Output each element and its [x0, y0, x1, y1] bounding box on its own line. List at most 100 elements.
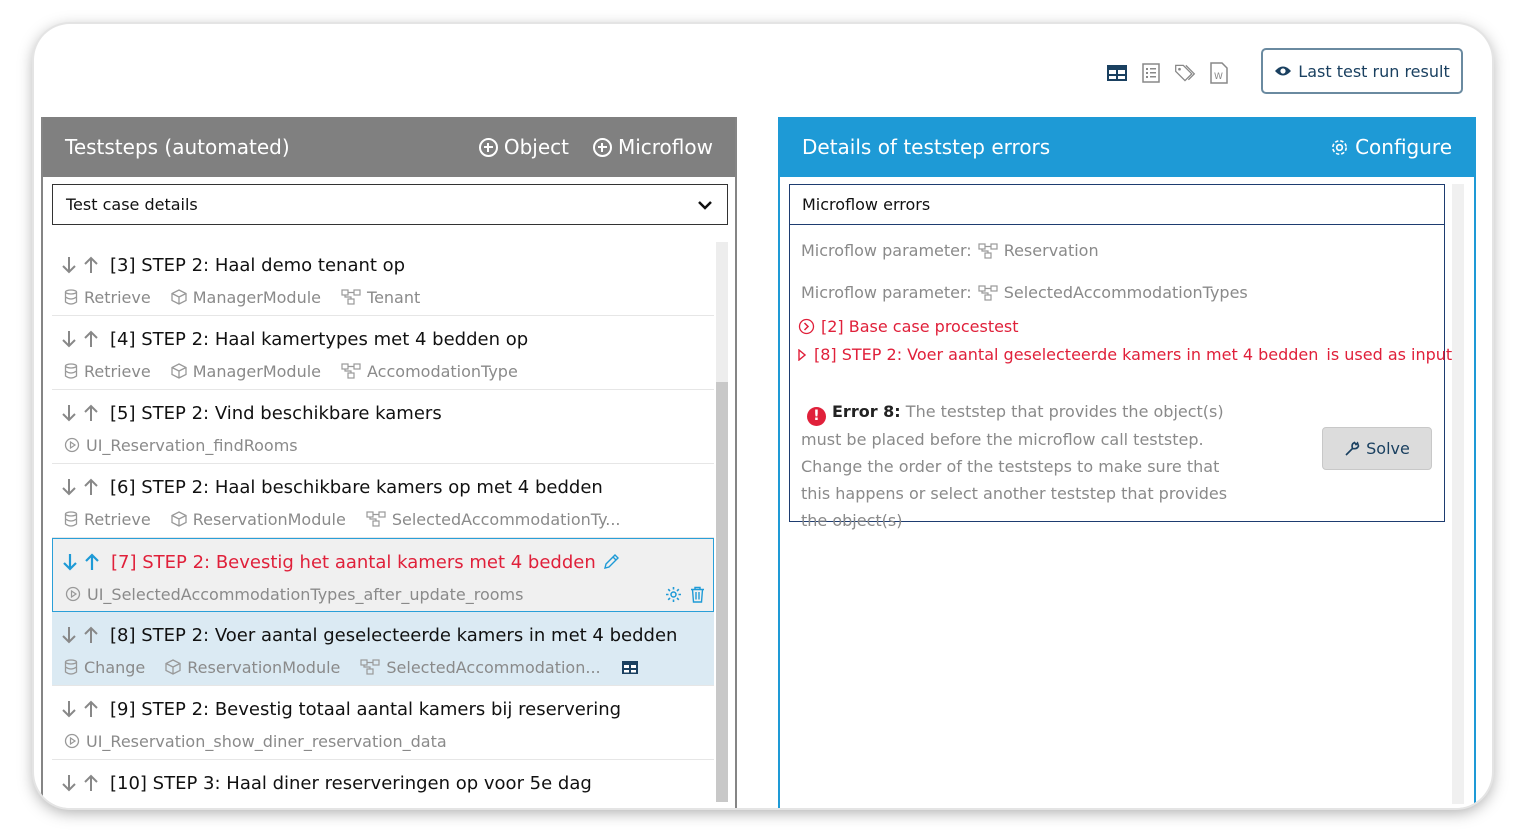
microflow-errors-title: Microflow errors	[790, 185, 1444, 225]
entity-icon	[360, 659, 380, 675]
error-reference-label: [8] STEP 2: Voer aantal geselecteerde ka…	[814, 345, 1319, 364]
caret-right-icon	[798, 348, 806, 361]
microflow-parameter: Microflow parameter: Reservation	[801, 241, 1099, 260]
cube-icon	[171, 363, 187, 379]
teststep-action: Change	[84, 657, 146, 677]
svg-text:W: W	[1214, 72, 1223, 82]
pencil-icon[interactable]	[602, 553, 620, 571]
gear-icon	[1332, 139, 1348, 155]
play-circle-icon	[64, 437, 80, 453]
teststep-list: [3] STEP 2: Haal demo tenant op Retrieve…	[52, 242, 714, 808]
configure-button[interactable]: Configure	[1330, 135, 1452, 159]
test-case-select[interactable]: Test case details	[52, 184, 728, 225]
arrow-down-icon[interactable]	[61, 552, 79, 572]
arrow-up-icon[interactable]	[82, 329, 100, 349]
arrow-down-icon[interactable]	[60, 477, 78, 497]
arrow-up-icon[interactable]	[82, 255, 100, 275]
arrow-up-icon[interactable]	[82, 773, 100, 793]
teststep-title: [4] STEP 2: Haal kamertypes met 4 bedden…	[110, 328, 529, 350]
database-icon	[64, 363, 78, 379]
add-object-button[interactable]: Object	[478, 135, 569, 159]
teststeps-header: Teststeps (automated) Object Microflow	[43, 117, 735, 177]
configure-label: Configure	[1355, 135, 1452, 159]
tags-icon[interactable]	[1174, 62, 1196, 84]
error-reference-suffix: is used as input	[1326, 345, 1453, 364]
teststep-item[interactable]: [6] STEP 2: Haal beschikbare kamers op m…	[52, 464, 714, 538]
teststeps-panel: Teststeps (automated) Object Microflow T…	[41, 117, 737, 808]
error-icon: !	[807, 407, 826, 426]
arrow-up-icon[interactable]	[82, 403, 100, 423]
teststep-item-selected[interactable]: [7] STEP 2: Bevestig het aantal kamers m…	[52, 538, 714, 612]
param-label: Microflow parameter:	[801, 283, 972, 302]
teststep-module: ReservationModule	[187, 657, 341, 677]
arrow-up-icon[interactable]	[83, 552, 101, 572]
cube-icon	[171, 511, 187, 527]
param-label: Microflow parameter:	[801, 241, 972, 260]
teststep-microflow: UI_SelectedAccommodationTypes_after_upda…	[87, 584, 524, 604]
play-circle-icon	[65, 586, 81, 602]
errors-title: Details of teststep errors	[802, 135, 1051, 159]
solve-button[interactable]: Solve	[1322, 427, 1432, 470]
error-reference-step[interactable]: [8] STEP 2: Voer aantal geselecteerde ka…	[798, 345, 1452, 364]
param-value: SelectedAccommodationTypes	[1003, 283, 1248, 302]
add-object-label: Object	[503, 135, 569, 159]
scrollbar-thumb[interactable]	[716, 382, 728, 802]
teststep-item[interactable]: [9] STEP 2: Bevestig totaal aantal kamer…	[52, 686, 714, 760]
add-microflow-button[interactable]: Microflow	[592, 135, 713, 159]
arrow-down-icon[interactable]	[60, 699, 78, 719]
error-reference-base-case[interactable]: [2] Base case procestest	[798, 317, 1019, 336]
plus-circle-icon	[478, 137, 498, 157]
arrow-down-icon[interactable]	[60, 329, 78, 349]
microflow-parameter: Microflow parameter: SelectedAccommodati…	[801, 283, 1248, 302]
entity-icon	[978, 284, 998, 301]
teststep-title: [6] STEP 2: Haal beschikbare kamers op m…	[110, 476, 603, 498]
teststep-module: ManagerModule	[192, 361, 322, 381]
arrow-up-icon[interactable]	[82, 477, 100, 497]
teststep-title: [8] STEP 2: Voer aantal geselecteerde ka…	[110, 624, 678, 646]
arrow-up-icon[interactable]	[82, 625, 100, 645]
entity-icon	[978, 242, 998, 259]
database-icon	[64, 659, 78, 675]
chevron-down-icon	[696, 196, 714, 214]
teststep-item[interactable]: [5] STEP 2: Vind beschikbare kamers UI_R…	[52, 390, 714, 464]
solve-label: Solve	[1366, 439, 1410, 458]
last-test-run-button[interactable]: Last test run result	[1261, 48, 1463, 94]
wrench-icon	[1345, 441, 1360, 456]
teststep-title: [10] STEP 3: Haal diner reserveringen op…	[110, 772, 592, 794]
error-description: The teststep that provides the object(s)…	[801, 402, 1228, 530]
arrow-down-icon[interactable]	[60, 625, 78, 645]
teststep-scrollbar[interactable]	[716, 242, 728, 802]
arrow-down-icon[interactable]	[60, 403, 78, 423]
teststep-entity: SelectedAccommodation...	[386, 657, 601, 677]
teststep-item[interactable]: [3] STEP 2: Haal demo tenant op Retrieve…	[52, 242, 714, 316]
errors-header: Details of teststep errors Configure	[780, 117, 1474, 177]
entity-icon	[341, 363, 361, 379]
teststep-action: Retrieve	[84, 361, 151, 381]
teststep-title: [3] STEP 2: Haal demo tenant op	[110, 254, 406, 276]
add-microflow-label: Microflow	[617, 135, 713, 159]
arrow-down-icon[interactable]	[60, 773, 78, 793]
teststep-module: ManagerModule	[192, 287, 322, 307]
list-icon[interactable]	[1140, 62, 1162, 84]
table-icon[interactable]	[1106, 62, 1128, 84]
trash-icon[interactable]	[690, 586, 705, 603]
database-icon	[64, 511, 78, 527]
gear-icon[interactable]	[665, 586, 682, 603]
arrow-down-icon[interactable]	[60, 255, 78, 275]
arrow-up-icon[interactable]	[82, 699, 100, 719]
word-doc-icon[interactable]: W	[1208, 62, 1230, 84]
view-toolbar: W	[1106, 62, 1230, 84]
teststep-microflow: UI_Reservation_show_diner_reservation_da…	[86, 731, 447, 751]
teststep-item[interactable]: [4] STEP 2: Haal kamertypes met 4 bedden…	[52, 316, 714, 390]
teststep-entity: SelectedAccommodationTy...	[391, 509, 621, 529]
table-icon[interactable]	[621, 660, 639, 675]
errors-scrollbar[interactable]	[1452, 184, 1464, 804]
teststep-errors-panel: Details of teststep errors Configure Mic…	[778, 117, 1476, 808]
entity-icon	[341, 289, 361, 305]
teststep-item[interactable]: [10] STEP 3: Haal diner reserveringen op…	[52, 760, 714, 808]
chevron-circle-icon	[798, 318, 815, 335]
test-case-select-value: Test case details	[66, 195, 198, 214]
app-window: W Last test run result Teststeps (automa…	[34, 24, 1492, 808]
teststep-module: ReservationModule	[192, 509, 346, 529]
teststep-item-highlighted[interactable]: [8] STEP 2: Voer aantal geselecteerde ka…	[52, 612, 714, 686]
